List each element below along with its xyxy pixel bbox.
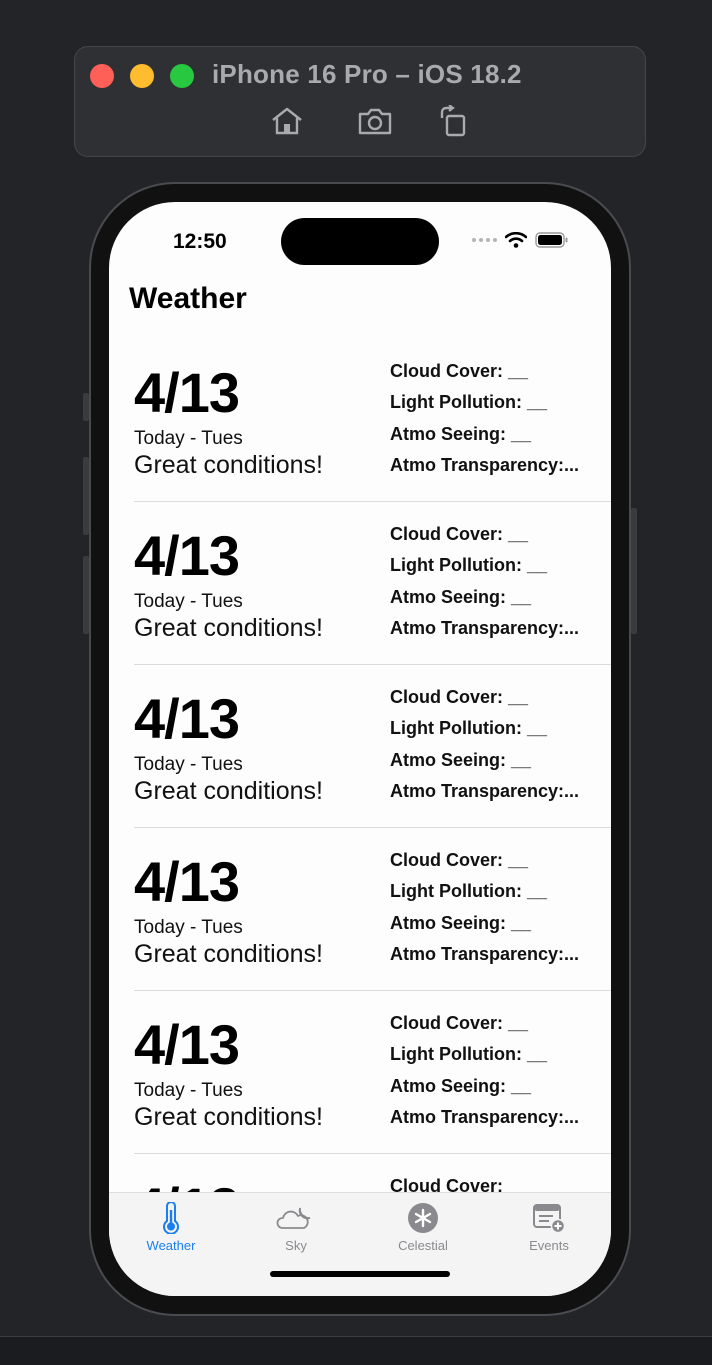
list-item[interactable]: 4/13 Today - Tues Great conditions! Clou… — [134, 991, 611, 1154]
screenshot-button[interactable] — [357, 105, 393, 137]
minimize-window-button[interactable] — [130, 64, 154, 88]
forecast-date: 4/13 — [134, 1013, 240, 1076]
tab-weather[interactable]: Weather — [121, 1201, 221, 1253]
calendar-add-icon — [533, 1204, 566, 1234]
screenshot-icon — [358, 108, 392, 135]
battery-icon — [535, 232, 568, 248]
wifi-icon — [505, 232, 527, 248]
atmo-seeing: Atmo Seeing: __ — [390, 912, 532, 933]
light-pollution: Light Pollution: __ — [390, 555, 547, 576]
close-window-button[interactable] — [90, 64, 114, 88]
forecast-day: Today - Tues — [134, 428, 243, 449]
dynamic-island — [281, 218, 439, 265]
thermometer-icon — [163, 1202, 179, 1234]
forecast-date: 4/13 — [134, 524, 240, 587]
rotate-icon — [440, 104, 466, 137]
cloud-cover: Cloud Cover: __ — [390, 1013, 529, 1033]
atmo-seeing: Atmo Seeing: __ — [390, 1075, 532, 1096]
forecast-metrics: Cloud Cover: __ Light Pollution: __ Atmo… — [390, 686, 590, 811]
volume-up-button[interactable] — [83, 457, 89, 535]
atmo-transparency: Atmo Transparency:... — [390, 1106, 580, 1127]
volume-down-button[interactable] — [83, 556, 89, 634]
forecast-date: 4/13 — [134, 850, 240, 913]
page-title: Weather — [129, 282, 247, 315]
rotate-button[interactable] — [436, 104, 472, 137]
list-item[interactable]: 4/13 Today - Tues Great conditions! Clou… — [134, 665, 611, 828]
atmo-transparency: Atmo Transparency:... — [390, 454, 580, 475]
tab-label: Weather — [146, 1238, 196, 1253]
phone-screen: 12:50 Weather 4/13 Today - Tues Great co… — [109, 202, 611, 1296]
forecast-metrics: Cloud Cover: __ Light Pollution: __ Atmo… — [390, 360, 590, 485]
tab-celestial[interactable]: Celestial — [373, 1201, 473, 1253]
simulator-title-bar: iPhone 16 Pro – iOS 18.2 — [74, 46, 646, 157]
asterisk-circle-icon — [408, 1203, 438, 1233]
light-pollution: Light Pollution: __ — [390, 392, 547, 413]
forecast-metrics: Cloud Cover: __ Light Pollution: __ Atmo… — [390, 523, 590, 648]
forecast-day: Today - Tues — [134, 591, 243, 612]
side-button[interactable] — [631, 508, 637, 634]
list-item[interactable]: 4/13 Today - Tues Great conditions! Clou… — [134, 339, 611, 502]
tab-label: Events — [529, 1238, 569, 1253]
light-pollution: Light Pollution: __ — [390, 881, 547, 902]
atmo-transparency: Atmo Transparency:... — [390, 943, 580, 964]
signal-icon — [472, 238, 497, 242]
forecast-date: 4/13 — [134, 361, 240, 424]
forecast-condition: Great conditions! — [134, 1103, 323, 1131]
cloud-cover: Cloud Cover: __ — [390, 850, 529, 870]
atmo-seeing: Atmo Seeing: __ — [390, 586, 532, 607]
status-time: 12:50 — [173, 230, 227, 253]
cloud-cover: Cloud Cover: __ — [390, 524, 529, 544]
simulator-title: iPhone 16 Pro – iOS 18.2 — [212, 59, 522, 89]
home-indicator[interactable] — [270, 1271, 450, 1277]
atmo-seeing: Atmo Seeing: __ — [390, 423, 532, 444]
home-button[interactable] — [269, 105, 305, 137]
forecast-day: Today - Tues — [134, 1080, 243, 1101]
forecast-metrics: Cloud Cover: __ Light Pollution: __ Atmo… — [390, 1012, 590, 1137]
action-button[interactable] — [83, 393, 89, 421]
forecast-date: 4/13 — [134, 687, 240, 750]
atmo-seeing: Atmo Seeing: __ — [390, 749, 532, 770]
list-item[interactable]: 4/13 Today - Tues Great conditions! Clou… — [134, 828, 611, 991]
cloud-cover: Cloud Cover: __ — [390, 687, 529, 707]
forecast-day: Today - Tues — [134, 754, 243, 775]
list-item[interactable]: 4/13 Today - Tues Great conditions! Clou… — [134, 502, 611, 665]
forecast-list[interactable]: 4/13 Today - Tues Great conditions! Clou… — [109, 339, 611, 1296]
forecast-day: Today - Tues — [134, 917, 243, 938]
cloud-moon-icon — [276, 1207, 311, 1229]
tab-label: Sky — [285, 1238, 307, 1253]
forecast-metrics: Cloud Cover: __ Light Pollution: __ Atmo… — [390, 849, 590, 974]
forecast-condition: Great conditions! — [134, 451, 323, 479]
tab-events[interactable]: Events — [499, 1201, 599, 1253]
forecast-condition: Great conditions! — [134, 614, 323, 642]
atmo-transparency: Atmo Transparency:... — [390, 780, 580, 801]
light-pollution: Light Pollution: __ — [390, 1044, 547, 1065]
forecast-condition: Great conditions! — [134, 940, 323, 968]
tab-label: Celestial — [398, 1238, 448, 1253]
atmo-transparency: Atmo Transparency:... — [390, 617, 580, 638]
status-icons — [472, 232, 569, 248]
home-icon — [272, 107, 302, 135]
tab-bar: Weather Sky Celestial Events — [109, 1192, 611, 1296]
light-pollution: Light Pollution: __ — [390, 718, 547, 739]
tab-sky[interactable]: Sky — [246, 1201, 346, 1253]
desktop-bottom-strip — [0, 1336, 712, 1365]
zoom-window-button[interactable] — [170, 64, 194, 88]
cloud-cover: Cloud Cover: __ — [390, 361, 529, 381]
forecast-condition: Great conditions! — [134, 777, 323, 805]
